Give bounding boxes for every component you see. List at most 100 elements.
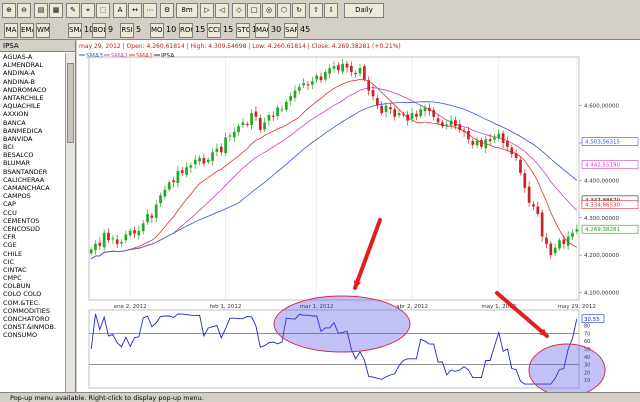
instrument-item[interactable]: CEMENTOS (0, 217, 66, 225)
toolbar-button-top-2[interactable]: ▤ (34, 3, 48, 18)
toolbar-button-ind-9[interactable]: STO (236, 23, 250, 38)
candle-body (488, 139, 492, 142)
value-tag-label: 4.269,38281 (585, 227, 620, 233)
instrument-item[interactable]: CGE (0, 241, 66, 249)
toolbar-button-top-11[interactable]: 8m (176, 3, 198, 18)
indicator-period-value[interactable]: 15 (223, 25, 233, 34)
instrument-item[interactable]: AQUACHILE (0, 102, 66, 110)
indicator-period-value[interactable]: 9 (108, 25, 113, 34)
toolbar-button-top-5[interactable]: ⌖ (81, 3, 95, 18)
indicator-period-value[interactable]: 10 (166, 25, 176, 34)
toolbar-button-top-0[interactable]: ⊕ (2, 3, 16, 18)
value-tag-label: 4.334,86530 (585, 203, 620, 209)
toolbar-button-top-19[interactable]: ⇧ (309, 3, 323, 18)
toolbar-button-top-6[interactable]: ⬚ (96, 3, 110, 18)
candle-body (185, 167, 188, 175)
sidebar-scrollbar[interactable] (65, 53, 75, 392)
toolbar-row-top: ⊕ ⊖ ▤ ▦ ✎ ⌖ ⬚ A ↔ ⋯ ⚙ 8m ▷ ◁ ◇ □ ◎ ⬡ ↻ ⇧ ⇩ Daily (0, 0, 640, 20)
toolbar-button-top-17[interactable]: ⬡ (277, 3, 291, 18)
legend-entry: SMA2 (111, 53, 128, 60)
instrument-item[interactable]: CMPC (0, 274, 66, 282)
instrument-item[interactable]: CIC (0, 258, 66, 266)
instrument-item[interactable]: BESALCO (0, 151, 66, 159)
toolbar-button-top-7[interactable]: A (113, 3, 127, 18)
toolbar-button-top-20[interactable]: ⇩ (324, 3, 338, 18)
chart-area[interactable]: may 29, 2012 | Open: 4.260,61814 | High:… (77, 40, 640, 397)
instrument-item[interactable]: CAMANCHACA (0, 184, 66, 192)
instrument-item[interactable]: AXXION (0, 110, 66, 118)
toolbar-button-top-15[interactable]: □ (247, 3, 261, 18)
price-chart[interactable]: may 29, 2012 | Open: 4.260,61814 | High:… (77, 40, 640, 397)
toolbar-button-top-1[interactable]: ⊖ (17, 3, 31, 18)
candle-body (432, 110, 436, 117)
candle-body (527, 186, 531, 203)
instrument-item[interactable]: AGUAS-A (0, 53, 66, 61)
instrument-item[interactable]: CFR (0, 233, 66, 241)
toolbar-button-ind-1[interactable]: EMA (20, 23, 34, 38)
instrument-item[interactable]: ANDINA-A (0, 69, 66, 77)
instrument-item[interactable]: ANTARCHILE (0, 94, 66, 102)
instrument-item[interactable]: ALMENDRAL (0, 61, 66, 69)
instrument-item[interactable]: CALICHERAA (0, 176, 66, 184)
indicator-period-value[interactable]: 15 (195, 25, 205, 34)
instrument-item[interactable]: BANMEDICA (0, 127, 66, 135)
instrument-item[interactable]: CCU (0, 209, 66, 217)
toolbar-button-top-12[interactable]: ▷ (200, 3, 214, 18)
toolbar-button-ind-2[interactable]: WMA (36, 23, 50, 38)
toolbar-button-top-18[interactable]: ↻ (292, 3, 306, 18)
candle-body (172, 180, 175, 183)
ohlc-header: may 29, 2012 | Open: 4.260,61814 | High:… (79, 43, 401, 50)
toolbar-button-ind-10[interactable]: MACD (255, 23, 269, 38)
instrument-item[interactable]: COLBUN (0, 282, 66, 290)
instrument-item[interactable]: BLUMAR (0, 159, 66, 167)
candle-body (484, 139, 488, 149)
instrument-item[interactable]: CHILE (0, 250, 66, 258)
status-bar: Pop-up menu available. Right-click to di… (0, 392, 640, 402)
instrument-item[interactable]: CINTAC (0, 266, 66, 274)
instrument-item[interactable]: ANDROMACO (0, 86, 66, 94)
toolbar-button-ind-11[interactable]: SAR (284, 23, 298, 38)
toolbar-button-top-16[interactable]: ◎ (262, 3, 276, 18)
candle-body (98, 242, 102, 246)
instrument-item[interactable]: ANDINA-B (0, 78, 66, 86)
instrument-item[interactable]: CAP (0, 200, 66, 208)
candle-body (310, 81, 314, 85)
instrument-item[interactable]: COMMODITIES (0, 307, 66, 315)
instrument-item[interactable]: BSANTANDER (0, 168, 66, 176)
scrollbar-thumb[interactable] (67, 63, 74, 143)
instrument-item[interactable]: CAMPOS (0, 192, 66, 200)
toolbar-button-ind-5[interactable]: RSI (120, 23, 134, 38)
toolbar-button-ind-6[interactable]: MOM (150, 23, 164, 38)
instrument-item[interactable]: COM.&TEC. (0, 299, 66, 307)
candle-body (258, 117, 262, 130)
instrument-item[interactable]: BANVIDA (0, 135, 66, 143)
indicator-axis-label: 70 (584, 331, 590, 337)
instrument-item[interactable]: CONSUMO (0, 331, 66, 339)
toolbar-button-ind-4[interactable]: BOL (92, 23, 106, 38)
toolbar-button-top-4[interactable]: ✎ (66, 3, 80, 18)
indicator-period-value[interactable]: 5 (136, 25, 141, 34)
toolbar-button-top-9[interactable]: ⋯ (143, 3, 157, 18)
toolbar-button-ind-3[interactable]: SMA (68, 23, 82, 38)
instrument-item[interactable]: CENCOSUD (0, 225, 66, 233)
instrument-item[interactable]: COLO COLO (0, 290, 66, 298)
candle-body (566, 236, 570, 246)
value-tag-label: 4.503,56315 (585, 140, 620, 146)
instrument-item[interactable]: CONST.&INMOB. (0, 323, 66, 331)
toolbar-button-top-13[interactable]: ◁ (215, 3, 229, 18)
toolbar-button-top-8[interactable]: ↔ (128, 3, 142, 18)
instrument-item[interactable]: CONCHATORO (0, 315, 66, 323)
candle-body (137, 230, 141, 236)
toolbar-button-ind-0[interactable]: MA (4, 23, 18, 38)
toolbar-button-ind-7[interactable]: ROC (179, 23, 193, 38)
instrument-item[interactable]: BCI (0, 143, 66, 151)
toolbar-button-ind-8[interactable]: CCI (207, 23, 221, 38)
toolbar-button-top-21[interactable]: Daily (344, 3, 384, 18)
candle-body (267, 114, 271, 121)
indicator-period-value[interactable]: 30 (271, 25, 281, 34)
indicator-period-value[interactable]: 45 (300, 25, 310, 34)
instrument-item[interactable]: BANCA (0, 119, 66, 127)
toolbar-button-top-14[interactable]: ◇ (232, 3, 246, 18)
toolbar-button-top-10[interactable]: ⚙ (160, 3, 174, 18)
toolbar-button-top-3[interactable]: ▦ (49, 3, 63, 18)
